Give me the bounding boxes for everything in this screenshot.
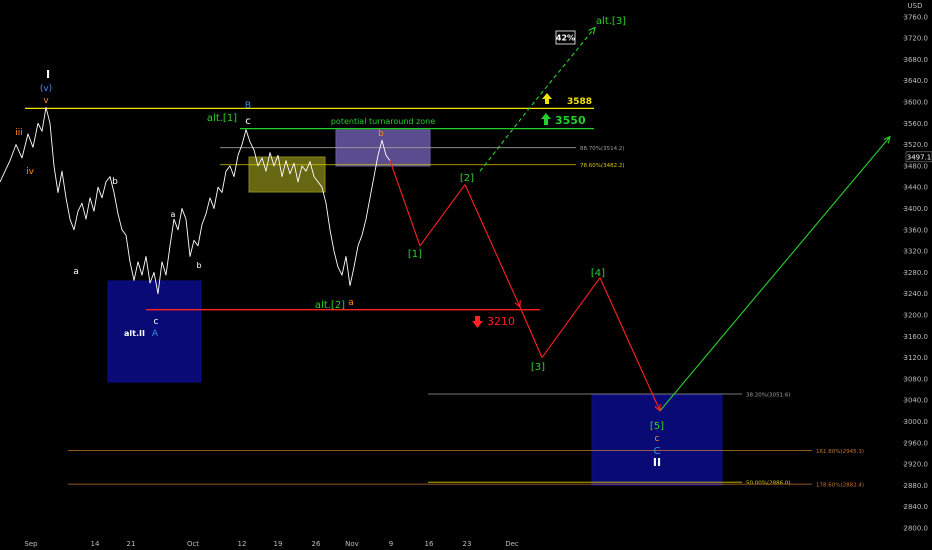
y-tick-label: 2880.0	[904, 482, 929, 490]
projection-segment[interactable]	[464, 184, 521, 308]
wave-label: b	[196, 261, 201, 270]
y-tick-label: 3680.0	[904, 56, 929, 64]
turnaround-zone-label: potential turnaround zone	[331, 117, 435, 126]
price-line[interactable]	[0, 106, 391, 295]
wave-label: alt.[3]	[596, 16, 626, 27]
target-high-annotation: 3588	[542, 93, 592, 107]
x-tick-label: 26	[312, 540, 321, 548]
projection-segment[interactable]	[419, 184, 466, 247]
wave-label: c	[655, 434, 660, 444]
probability-text: 42%	[556, 34, 575, 43]
y-tick-label: 3360.0	[904, 226, 929, 234]
target-mid-annotation: 3550	[541, 113, 586, 127]
wave-label: [5]	[650, 421, 664, 432]
wave-label: (v)	[40, 84, 52, 94]
projection-segment[interactable]	[599, 277, 661, 412]
x-tick-label: Dec	[505, 540, 519, 548]
plot-area[interactable]: alt.II potential turnaround zone 88.70%(35…	[0, 16, 891, 489]
x-tick-label: Sep	[24, 540, 38, 548]
wave-label: [3]	[531, 362, 545, 373]
y-tick-label: 3080.0	[904, 375, 929, 383]
last-price-marker: 3497.1	[905, 151, 932, 163]
x-tick-label: Oct	[187, 540, 199, 548]
alt-ii-label: alt.II	[124, 329, 145, 338]
y-tick-label: 3480.0	[904, 162, 929, 170]
y-tick-label: 3600.0	[904, 99, 929, 107]
y-tick-label: 2800.0	[904, 525, 929, 533]
y-tick-label: 3720.0	[904, 35, 929, 43]
wave-label: alt.[1]	[207, 113, 237, 124]
currency-label: USD	[908, 2, 923, 10]
target-low-text: 3210	[487, 315, 515, 328]
y-tick-label: 3160.0	[904, 333, 929, 341]
arrow-up-icon	[541, 113, 551, 125]
y-tick-label: 2840.0	[904, 503, 929, 511]
arrow-down-icon	[472, 316, 483, 328]
y-tick-label: 3280.0	[904, 269, 929, 277]
wave-label: A	[152, 329, 159, 339]
projection-segment[interactable]	[389, 160, 421, 246]
y-tick-label: 3440.0	[904, 184, 929, 192]
x-tick-label: 19	[274, 540, 283, 548]
y-tick-label: 2920.0	[904, 461, 929, 469]
price-chart[interactable]: alt.II potential turnaround zone 88.70%(35…	[0, 0, 932, 550]
y-tick-label: 2960.0	[904, 439, 929, 447]
arrow-up-icon	[542, 93, 552, 104]
wave-label: b	[112, 177, 118, 187]
wave-label: a	[171, 210, 176, 219]
projection-segment[interactable]	[541, 277, 601, 358]
wave-label: iii	[15, 128, 23, 138]
wave-label: II	[653, 456, 661, 469]
wave-label: [1]	[408, 249, 422, 260]
wave-label: a	[73, 267, 79, 277]
wave-label: v	[43, 96, 49, 106]
fib-label: 88.70%(3514.2)	[580, 146, 625, 152]
target-high-text: 3588	[567, 97, 592, 107]
wave-label: I	[46, 68, 50, 81]
wave-label: c	[245, 116, 251, 127]
target-low-annotation: 3210	[472, 315, 515, 328]
alt-projection-arrowhead	[588, 26, 596, 35]
wave-label: c	[154, 317, 159, 327]
y-tick-label: 3760.0	[904, 13, 929, 21]
fib-label: 161.80%(2945.3)	[816, 449, 864, 455]
wave-label: B	[245, 101, 251, 111]
wave-label: [2]	[460, 173, 474, 184]
x-tick-label: 21	[127, 540, 136, 548]
wave-label: a	[348, 298, 354, 308]
x-tick-label: 23	[463, 540, 472, 548]
fib-label: 50.00%(2886.0)	[746, 481, 791, 487]
projection-segment[interactable]	[659, 136, 891, 412]
y-tick-label: 3400.0	[904, 205, 929, 213]
y-tick-label: 3120.0	[904, 354, 929, 362]
wave-label: b	[378, 129, 384, 139]
y-tick-label: 3320.0	[904, 248, 929, 256]
y-tick-label: 3520.0	[904, 141, 929, 149]
wave-label: alt.[2]	[315, 300, 345, 311]
y-tick-label: 3560.0	[904, 120, 929, 128]
last-price-value: 3497.1	[907, 153, 932, 161]
wave-label: [4]	[591, 268, 605, 279]
x-tick-label: 9	[389, 540, 393, 548]
y-tick-label: 3640.0	[904, 77, 929, 85]
projection-segment[interactable]	[519, 306, 543, 358]
target-mid-text: 3550	[555, 114, 586, 127]
probability-badge: 42%	[555, 30, 576, 45]
y-tick-label: 3000.0	[904, 418, 929, 426]
fib-label: 38.20%(3051.6)	[746, 393, 791, 399]
x-tick-label: Nov	[345, 540, 359, 548]
x-tick-label: 12	[238, 540, 247, 548]
fib-label: 78.60%(3482.2)	[580, 163, 625, 169]
y-tick-label: 3200.0	[904, 312, 929, 320]
x-tick-label: 14	[91, 540, 100, 548]
y-tick-label: 3240.0	[904, 290, 929, 298]
wave-label: iv	[26, 167, 35, 177]
y-tick-label: 3040.0	[904, 397, 929, 405]
x-tick-label: 16	[425, 540, 434, 548]
fib-label: 178.60%(2882.4)	[816, 483, 864, 489]
